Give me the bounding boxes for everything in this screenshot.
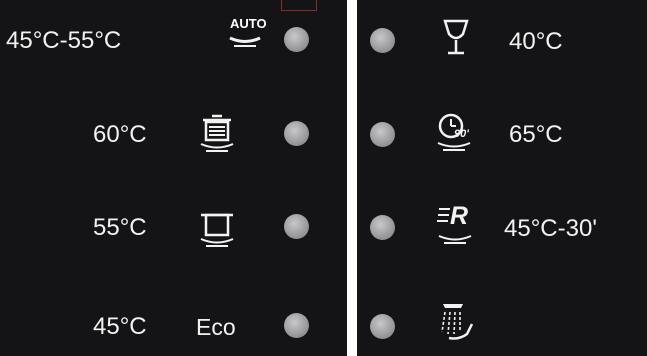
eco-icon: Eco [196,314,236,340]
indicator-led-90min [370,122,395,147]
program-temp-90min: 65°C [509,121,563,148]
program-temp-glass: 40°C [509,28,563,55]
right-program-panel: 40°C 90' 65°C R 45°C-30' [357,0,647,356]
glass-icon [442,18,470,60]
program-temp-eco: 45°C [93,313,147,340]
indicator-led-auto [284,27,309,52]
auto-icon: AUTO [228,14,267,50]
left-program-panel: 45°C-55°C AUTO 60°C 55°C 45°C Eco [0,0,347,356]
indicator-led-glass [370,28,395,53]
indicator-led-normal [284,214,309,239]
indicator-led-eco [284,313,309,338]
indicator-led-rinse [370,314,395,339]
heavy-pot-icon [200,113,234,155]
program-temp-auto: 45°C-55°C [6,27,122,54]
pot-icon [200,208,234,250]
selection-frame [281,0,317,11]
program-temp-normal: 55°C [93,214,147,241]
program-temp-intensive: 60°C [93,121,147,148]
indicator-led-intensive [284,121,309,146]
rapid-icon-label: R [450,202,469,230]
rapid-icon: R [437,202,473,249]
program-temp-rapid: 45°C-30' [504,215,597,242]
rinse-icon [439,298,475,344]
indicator-led-rapid [370,215,395,240]
clock-90-icon: 90' [436,112,474,154]
clock-90-label: 90' [454,128,469,140]
